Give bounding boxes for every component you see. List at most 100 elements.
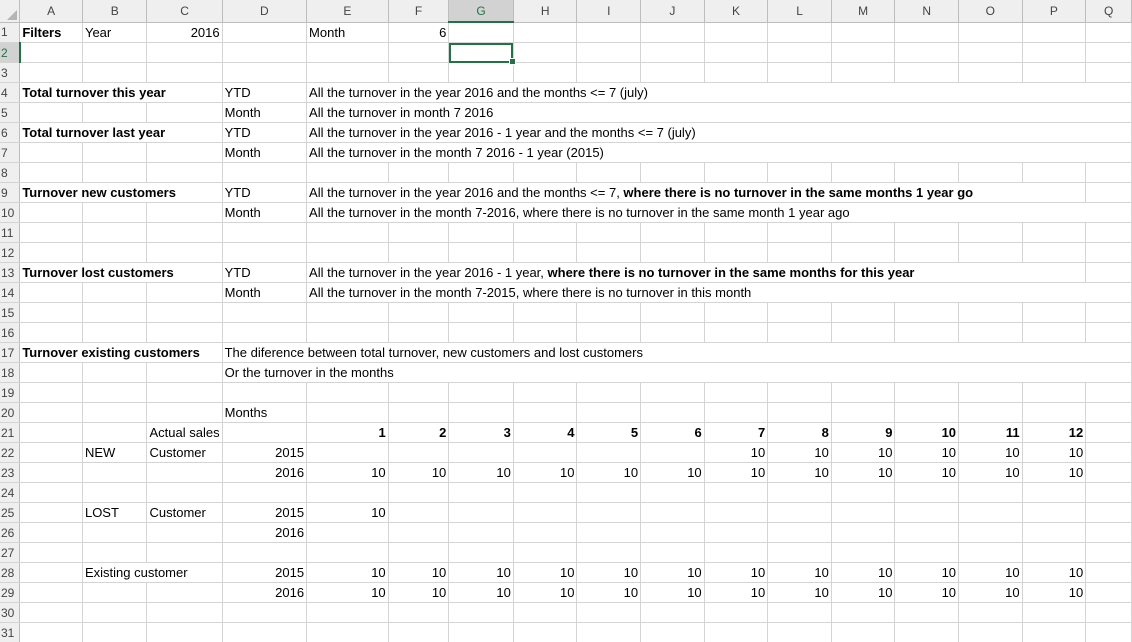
cell[interactable] bbox=[513, 382, 578, 403]
section-title[interactable]: Turnover new customers bbox=[19, 182, 223, 203]
cell[interactable] bbox=[513, 482, 578, 503]
cell[interactable] bbox=[388, 42, 450, 63]
cell[interactable] bbox=[306, 602, 389, 623]
cell[interactable] bbox=[1085, 582, 1132, 603]
value-cell[interactable]: 10 bbox=[767, 582, 832, 603]
section-description[interactable]: All the turnover in the month 7 2016 - 1… bbox=[306, 142, 1132, 163]
cell[interactable] bbox=[1022, 602, 1087, 623]
value-cell[interactable]: 10 bbox=[767, 462, 832, 483]
cell[interactable] bbox=[894, 602, 960, 623]
cell[interactable] bbox=[831, 222, 896, 243]
cell[interactable] bbox=[704, 542, 769, 563]
year-cell[interactable]: 2016 bbox=[222, 582, 308, 603]
section-type[interactable]: Month bbox=[222, 142, 308, 163]
cell[interactable] bbox=[894, 402, 960, 423]
row-header-2[interactable]: 2 bbox=[0, 42, 21, 63]
row-header-30[interactable]: 30 bbox=[0, 602, 21, 623]
cell[interactable] bbox=[831, 382, 896, 403]
value-cell[interactable] bbox=[448, 522, 514, 543]
cell[interactable] bbox=[704, 222, 769, 243]
value-cell[interactable]: 10 bbox=[306, 562, 389, 583]
cell[interactable] bbox=[704, 42, 769, 63]
value-cell[interactable] bbox=[704, 502, 769, 523]
cell[interactable] bbox=[513, 162, 578, 183]
column-header-p[interactable]: P bbox=[1022, 0, 1087, 23]
value-cell[interactable]: 10 bbox=[1022, 582, 1087, 603]
value-cell[interactable]: 10 bbox=[894, 562, 960, 583]
cell[interactable] bbox=[576, 542, 642, 563]
cell[interactable] bbox=[576, 162, 642, 183]
section-description[interactable]: All the turnover in the year 2016 and th… bbox=[306, 82, 1132, 103]
cell[interactable] bbox=[704, 602, 769, 623]
cell[interactable] bbox=[448, 162, 514, 183]
cell[interactable] bbox=[576, 22, 642, 43]
value-cell[interactable]: 10 bbox=[640, 582, 705, 603]
cell[interactable] bbox=[19, 202, 83, 223]
value-cell[interactable] bbox=[894, 502, 960, 523]
cell[interactable] bbox=[448, 542, 514, 563]
cell[interactable] bbox=[19, 322, 83, 343]
value-cell[interactable] bbox=[1022, 502, 1087, 523]
value-cell[interactable]: 10 bbox=[513, 462, 578, 483]
cell[interactable] bbox=[894, 242, 960, 263]
cell[interactable] bbox=[146, 242, 223, 263]
cell[interactable] bbox=[222, 302, 308, 323]
cell[interactable] bbox=[1085, 602, 1132, 623]
month-header[interactable]: 11 bbox=[958, 422, 1023, 443]
row-header-10[interactable]: 10 bbox=[0, 202, 21, 223]
cell[interactable] bbox=[19, 102, 83, 123]
cell[interactable] bbox=[640, 62, 705, 83]
cell[interactable] bbox=[894, 302, 960, 323]
value-cell[interactable]: 10 bbox=[831, 442, 896, 463]
cell[interactable] bbox=[576, 602, 642, 623]
cell[interactable] bbox=[82, 482, 148, 503]
cell[interactable] bbox=[448, 482, 514, 503]
cell[interactable] bbox=[1085, 62, 1132, 83]
cell[interactable] bbox=[388, 242, 450, 263]
cell[interactable] bbox=[1022, 222, 1087, 243]
column-header-a[interactable]: A bbox=[19, 0, 83, 23]
cell[interactable] bbox=[958, 622, 1023, 642]
value-cell[interactable]: 10 bbox=[704, 462, 769, 483]
cell[interactable] bbox=[146, 582, 223, 603]
cell[interactable] bbox=[767, 42, 832, 63]
row-header-18[interactable]: 18 bbox=[0, 362, 21, 383]
row-header-21[interactable]: 21 bbox=[0, 422, 21, 443]
section-type[interactable]: YTD bbox=[222, 82, 308, 103]
cell[interactable] bbox=[831, 402, 896, 423]
cell[interactable] bbox=[640, 482, 705, 503]
cell[interactable] bbox=[1085, 42, 1132, 63]
cell[interactable] bbox=[82, 162, 148, 183]
section-description[interactable]: All the turnover in the month 7-2015, wh… bbox=[306, 282, 1132, 303]
cell[interactable] bbox=[767, 602, 832, 623]
cell[interactable] bbox=[82, 242, 148, 263]
section-type[interactable]: YTD bbox=[222, 182, 308, 203]
cell[interactable] bbox=[767, 322, 832, 343]
cell[interactable] bbox=[1085, 422, 1132, 443]
cell[interactable] bbox=[146, 62, 223, 83]
value-cell[interactable]: 10 bbox=[388, 582, 450, 603]
value-cell[interactable]: 10 bbox=[958, 562, 1023, 583]
cell[interactable] bbox=[19, 422, 83, 443]
cell[interactable] bbox=[767, 302, 832, 323]
cell[interactable] bbox=[222, 22, 308, 43]
cell[interactable] bbox=[222, 162, 308, 183]
cell[interactable] bbox=[19, 162, 83, 183]
cell[interactable] bbox=[146, 482, 223, 503]
cell[interactable] bbox=[82, 282, 148, 303]
cell[interactable] bbox=[894, 382, 960, 403]
cell[interactable] bbox=[448, 322, 514, 343]
cell[interactable] bbox=[222, 622, 308, 642]
cell[interactable] bbox=[19, 622, 83, 642]
value-cell[interactable] bbox=[513, 522, 578, 543]
cell[interactable] bbox=[146, 462, 223, 483]
value-cell[interactable]: 10 bbox=[958, 582, 1023, 603]
cell[interactable] bbox=[448, 62, 514, 83]
section-type[interactable]: Month bbox=[222, 202, 308, 223]
cell[interactable] bbox=[640, 22, 705, 43]
cell[interactable] bbox=[82, 382, 148, 403]
row-header-14[interactable]: 14 bbox=[0, 282, 21, 303]
value-cell[interactable] bbox=[513, 502, 578, 523]
cell[interactable] bbox=[513, 402, 578, 423]
row-header-23[interactable]: 23 bbox=[0, 462, 21, 483]
